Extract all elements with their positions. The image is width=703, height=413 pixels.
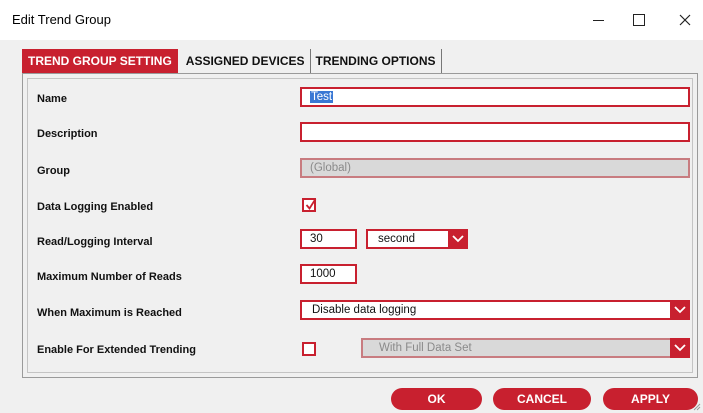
extended-trending-checkbox[interactable] <box>302 342 316 356</box>
chevron-down-icon <box>670 338 690 358</box>
description-label: Description <box>37 128 98 140</box>
interval-unit-select[interactable]: second <box>366 229 468 249</box>
apply-button[interactable]: APPLY <box>603 388 698 410</box>
max-reads-input[interactable]: 1000 <box>300 264 357 284</box>
window-title: Edit Trend Group <box>12 12 111 27</box>
close-icon <box>679 14 691 26</box>
chevron-down-icon <box>448 229 468 249</box>
max-reached-value: Disable data logging <box>312 304 417 316</box>
max-reads-label: Maximum Number of Reads <box>37 271 182 283</box>
settings-panel: Name Test Description Group (Global) Dat… <box>22 73 698 378</box>
tab-bar: TREND GROUP SETTING ASSIGNED DEVICES TRE… <box>22 49 442 73</box>
interval-unit-value: second <box>378 233 416 245</box>
checkmark-icon <box>305 198 317 211</box>
resize-grip-icon[interactable] <box>691 401 701 411</box>
tab-trending-options[interactable]: TRENDING OPTIONS <box>311 49 442 73</box>
max-reached-label: When Maximum is Reached <box>37 307 182 319</box>
minimize-icon <box>592 19 604 21</box>
maximize-icon <box>633 14 645 26</box>
tab-assigned-devices[interactable]: ASSIGNED DEVICES <box>181 49 311 73</box>
name-label: Name <box>37 93 67 105</box>
name-input[interactable]: Test <box>300 87 690 107</box>
data-logging-label: Data Logging Enabled <box>37 201 154 213</box>
group-input: (Global) <box>300 158 690 178</box>
extended-trending-label: Enable For Extended Trending <box>37 344 196 356</box>
tab-trend-group-setting[interactable]: TREND GROUP SETTING <box>22 49 178 73</box>
chevron-down-icon <box>670 300 690 320</box>
description-input[interactable] <box>300 122 690 142</box>
edit-trend-group-window: Edit Trend Group TREND GROUP SETTING ASS… <box>0 0 703 413</box>
interval-input[interactable]: 30 <box>300 229 357 249</box>
name-value: Test <box>310 91 334 103</box>
extended-trending-value: With Full Data Set <box>379 342 472 354</box>
title-bar[interactable]: Edit Trend Group <box>0 0 703 40</box>
extended-trending-select: With Full Data Set <box>361 338 690 358</box>
close-button[interactable] <box>671 8 699 32</box>
cancel-button[interactable]: CANCEL <box>493 388 591 410</box>
group-label: Group <box>37 165 70 177</box>
interval-label: Read/Logging Interval <box>37 236 153 248</box>
ok-button[interactable]: OK <box>391 388 482 410</box>
minimize-button[interactable] <box>584 8 612 32</box>
data-logging-checkbox[interactable] <box>302 198 317 212</box>
maximize-button[interactable] <box>625 8 653 32</box>
max-reached-select[interactable]: Disable data logging <box>300 300 690 320</box>
